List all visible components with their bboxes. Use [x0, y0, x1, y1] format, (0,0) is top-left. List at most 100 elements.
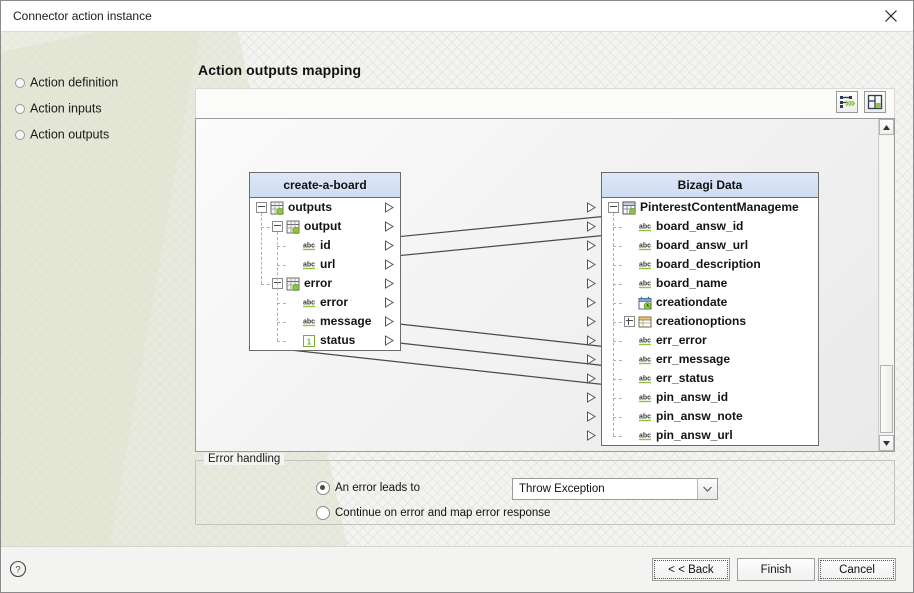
- sidebar-item-action-definition[interactable]: Action definition: [15, 75, 118, 90]
- tree-node[interactable]: creationoptions: [602, 312, 818, 331]
- tree-guide-line: [613, 227, 622, 228]
- tree-node[interactable]: abc pin_answ_id: [602, 388, 818, 407]
- sidebar-item-action-outputs[interactable]: Action outputs: [15, 127, 109, 142]
- source-tree-header: create-a-board: [250, 173, 400, 198]
- tree-node[interactable]: creationdate: [602, 293, 818, 312]
- tree-guide-line: [261, 227, 270, 228]
- tree-node[interactable]: PinterestContentManageme: [602, 198, 818, 217]
- tree-node[interactable]: abc err_message: [602, 350, 818, 369]
- abc-icon: abc: [639, 242, 651, 250]
- tree-node[interactable]: outputs: [250, 198, 400, 217]
- tree-node-label: PinterestContentManageme: [640, 200, 799, 214]
- date-icon: [638, 296, 652, 310]
- tree-node-label: error: [320, 295, 349, 309]
- tree-node[interactable]: abc err_error: [602, 331, 818, 350]
- mapping-port-arrow-icon[interactable]: [586, 240, 597, 251]
- scrollbar-thumb[interactable]: [880, 365, 893, 433]
- tree-guide-line: [613, 284, 622, 285]
- mapping-port-arrow-icon[interactable]: [586, 411, 597, 422]
- tree-node-label: err_message: [656, 352, 731, 366]
- entity-icon: [622, 201, 636, 215]
- tree-node[interactable]: output: [250, 217, 400, 236]
- tree-guide-line: [277, 246, 286, 247]
- error-action-select[interactable]: Throw Exception: [512, 478, 718, 500]
- tree-node[interactable]: abc board_name: [602, 274, 818, 293]
- source-tree-body: outputs output abc id abc url error abc error abc…: [250, 198, 400, 350]
- svg-text:abc: abc: [639, 356, 651, 363]
- mapping-port-arrow-icon[interactable]: [384, 240, 395, 251]
- tree-node[interactable]: 1 status: [250, 331, 400, 350]
- tree-node-label: outputs: [288, 200, 332, 214]
- svg-text:abc: abc: [303, 261, 315, 268]
- tree-node[interactable]: abc err_status: [602, 369, 818, 388]
- mapping-port-arrow-icon[interactable]: [384, 297, 395, 308]
- cancel-button[interactable]: Cancel: [818, 558, 896, 581]
- tree-node[interactable]: abc id: [250, 236, 400, 255]
- help-circle-icon[interactable]: ?: [7, 558, 29, 580]
- mapping-port-arrow-icon[interactable]: [586, 316, 597, 327]
- mapping-port-arrow-icon[interactable]: [384, 221, 395, 232]
- error-handling-group: Error handling An error leads to Continu…: [195, 453, 895, 525]
- radio-icon-selected: [316, 481, 330, 495]
- mapping-port-arrow-icon[interactable]: [586, 221, 597, 232]
- mapping-port-arrow-icon[interactable]: [384, 202, 395, 213]
- tree-node-label: pin_answ_id: [656, 390, 729, 404]
- error-action-select-value: Throw Exception: [519, 483, 605, 495]
- page-title: Action outputs mapping: [198, 62, 362, 78]
- scroll-up-icon[interactable]: [879, 119, 894, 135]
- tree-node[interactable]: abc board_answ_id: [602, 217, 818, 236]
- mapping-port-arrow-icon[interactable]: [586, 278, 597, 289]
- scroll-down-icon[interactable]: [879, 435, 894, 451]
- tree-node[interactable]: abc pin_answ_note: [602, 407, 818, 426]
- mapping-port-arrow-icon[interactable]: [384, 259, 395, 270]
- connector-action-instance-dialog: Connector action instance Action definit…: [0, 0, 914, 593]
- tree-node-label: message: [320, 314, 372, 328]
- tree-node-label: creationoptions: [656, 314, 747, 328]
- svg-text:abc: abc: [639, 261, 651, 268]
- step-bullet-icon: [15, 103, 25, 114]
- mapping-port-arrow-icon[interactable]: [586, 373, 597, 384]
- tree-node[interactable]: abc pin_answ_url: [602, 426, 818, 445]
- mapping-port-arrow-icon[interactable]: [586, 259, 597, 270]
- mapping-port-arrow-icon[interactable]: [586, 354, 597, 365]
- svg-text:abc: abc: [639, 432, 651, 439]
- mapping-port-arrow-icon[interactable]: [384, 335, 395, 346]
- mapping-port-arrow-icon[interactable]: [384, 278, 395, 289]
- tree-node[interactable]: abc board_answ_url: [602, 236, 818, 255]
- finish-button[interactable]: Finish: [737, 558, 815, 581]
- mapping-canvas[interactable]: create-a-board outputs output abc id abc url e…: [196, 119, 880, 451]
- collapse-icon[interactable]: [608, 202, 619, 213]
- mapping-port-arrow-icon[interactable]: [586, 297, 597, 308]
- mapping-port-arrow-icon[interactable]: [586, 335, 597, 346]
- svg-text:abc: abc: [303, 318, 315, 325]
- auto-map-button[interactable]: [836, 91, 858, 113]
- sidebar-item-action-inputs[interactable]: Action inputs: [15, 101, 102, 116]
- tree-node-label: error: [304, 276, 333, 290]
- back-button[interactable]: < < Back: [652, 558, 730, 581]
- layout-button[interactable]: [864, 91, 886, 113]
- radio-continue-on-error[interactable]: Continue on error and map error response: [316, 506, 550, 520]
- tree-node[interactable]: abc message: [250, 312, 400, 331]
- collapse-icon[interactable]: [256, 202, 267, 213]
- tree-node-label: err_error: [656, 333, 707, 347]
- canvas-vertical-scrollbar[interactable]: [878, 119, 894, 451]
- radio-an-error-leads-to[interactable]: An error leads to: [316, 481, 420, 495]
- tree-node[interactable]: error: [250, 274, 400, 293]
- mapping-port-arrow-icon[interactable]: [586, 202, 597, 213]
- tree-node[interactable]: abc board_description: [602, 255, 818, 274]
- tree-node-label: url: [320, 257, 336, 271]
- tree-node-label: board_name: [656, 276, 728, 290]
- mapping-port-arrow-icon[interactable]: [586, 430, 597, 441]
- expand-icon[interactable]: [624, 316, 635, 327]
- collapse-icon[interactable]: [272, 221, 283, 232]
- abc-icon: abc: [639, 223, 651, 231]
- mapping-port-arrow-icon[interactable]: [384, 316, 395, 327]
- chevron-down-icon[interactable]: [697, 479, 717, 499]
- mapping-port-arrow-icon[interactable]: [586, 392, 597, 403]
- close-icon[interactable]: [869, 1, 913, 31]
- tree-guide-line: [277, 303, 286, 304]
- sidebar-item-label: Action inputs: [30, 101, 102, 116]
- abc-icon: abc: [639, 432, 651, 440]
- tree-node[interactable]: abc url: [250, 255, 400, 274]
- tree-node[interactable]: abc error: [250, 293, 400, 312]
